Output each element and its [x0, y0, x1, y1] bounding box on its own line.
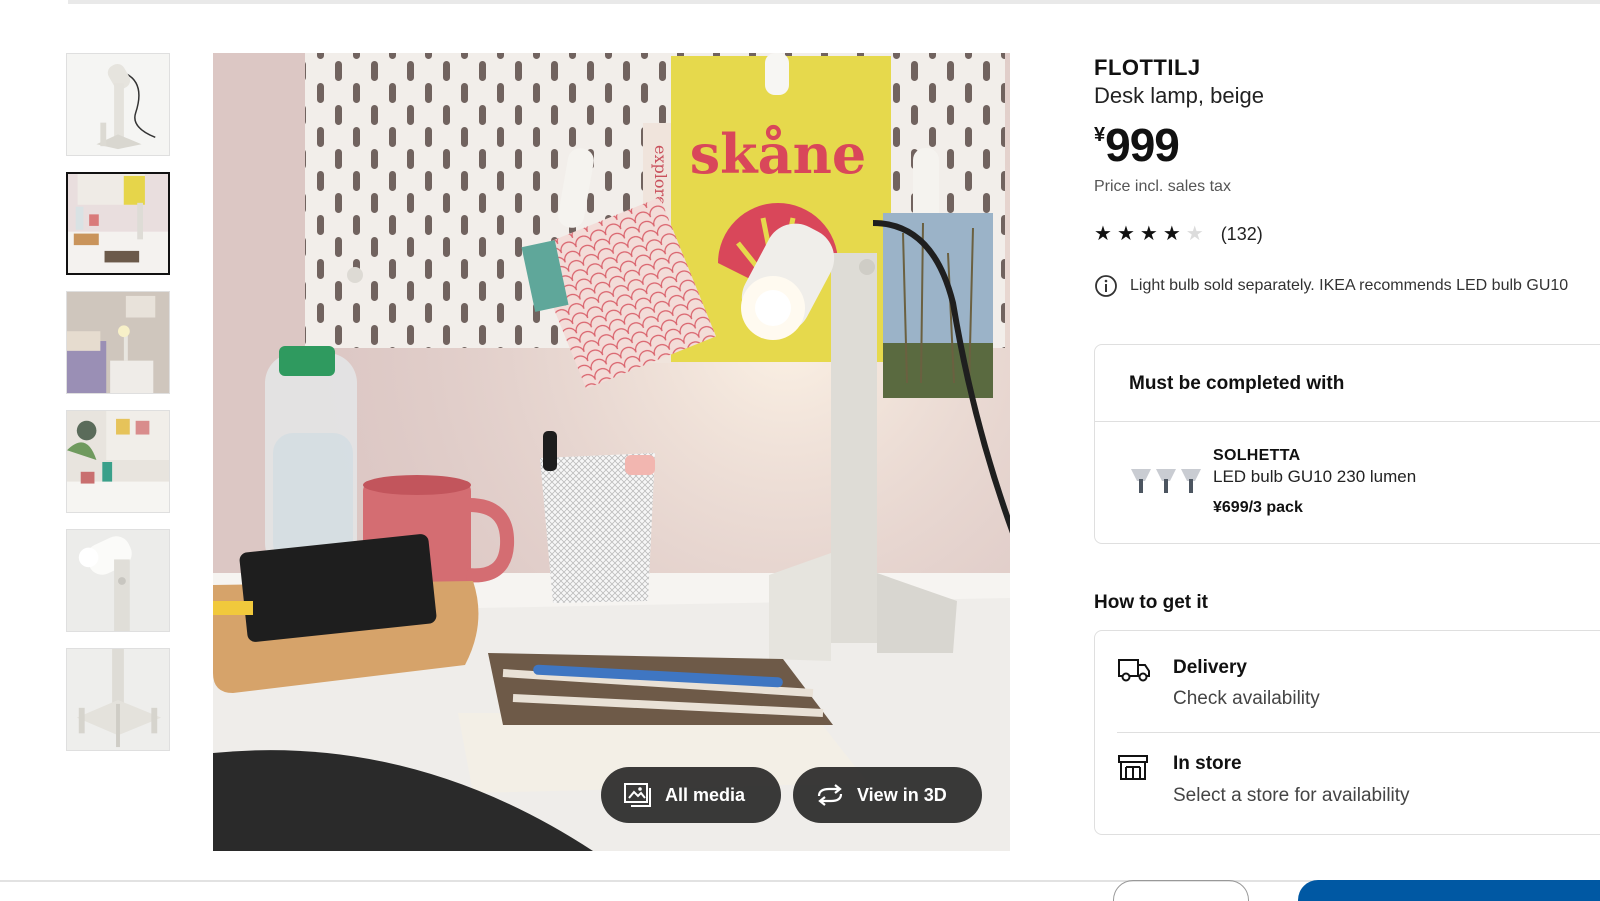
card-title-text: skåne: [690, 122, 866, 186]
card-divider: [1095, 421, 1600, 422]
review-count: (132): [1220, 223, 1263, 244]
star-icon: ★: [1116, 223, 1135, 245]
gallery-icon: [624, 783, 651, 807]
view-in-3d-label: View in 3D: [857, 784, 947, 805]
accessory-description: LED bulb GU10 230 lumen: [1213, 467, 1417, 486]
thumbnail-3[interactable]: [66, 291, 170, 394]
secondary-action-button[interactable]: [1113, 880, 1249, 901]
in-store-title: In store: [1173, 753, 1242, 774]
thumbnail-4[interactable]: [66, 410, 170, 513]
star-empty-icon: ★: [1185, 223, 1204, 245]
lamp-head-thumbnail-image: [67, 530, 169, 631]
thumbnail-2[interactable]: [66, 172, 170, 275]
price-currency: ¥: [1094, 124, 1105, 146]
star-icon: ★: [1139, 223, 1158, 245]
primary-action-button[interactable]: [1298, 880, 1600, 901]
delivery-title: Delivery: [1173, 657, 1247, 678]
star-icon: ★: [1094, 223, 1112, 245]
desk-lamp-scene: skåne ex explorer: [213, 53, 1010, 851]
led-bulb-image[interactable]: [1129, 467, 1205, 495]
product-price: ¥999: [1094, 118, 1180, 172]
bulb-info-note: Light bulb sold separately. IKEA recomme…: [1094, 274, 1600, 298]
bottom-action-bar: [0, 880, 1600, 901]
info-icon: [1095, 275, 1117, 297]
desk-scene-thumbnail-image: [68, 174, 168, 273]
rotate-3d-icon: [817, 784, 843, 806]
store-icon: [1118, 755, 1148, 780]
all-media-label: All media: [665, 784, 746, 805]
delivery-option[interactable]: Delivery Check availability: [1095, 631, 1600, 731]
all-media-button[interactable]: All media: [601, 767, 781, 823]
delivery-subtitle: Check availability: [1173, 688, 1320, 709]
must-complete-heading: Must be completed with: [1129, 373, 1345, 394]
accessory-price: ¥699/3 pack: [1213, 499, 1303, 516]
rating-summary[interactable]: ★ ★ ★ ★ ★ (132): [1094, 222, 1263, 246]
product-name[interactable]: FLOTTILJ: [1094, 55, 1201, 81]
in-store-option[interactable]: In store Select a store for availability: [1095, 733, 1600, 833]
workspace-thumbnail-image: [67, 411, 169, 512]
main-product-image[interactable]: skåne ex explorer: [213, 53, 1010, 851]
star-icon: ★: [1162, 223, 1181, 245]
must-complete-card: Must be completed with SOLHETTA LED bulb…: [1094, 344, 1600, 544]
in-store-subtitle: Select a store for availability: [1173, 785, 1410, 806]
lamp-front-thumbnail-image: [67, 54, 169, 155]
bulb-info-text: Light bulb sold separately. IKEA recomme…: [1130, 277, 1569, 294]
bulb-icon: [1131, 469, 1201, 493]
lamp-base-thumbnail-image: [67, 649, 169, 750]
availability-card: Delivery Check availability In store Sel…: [1094, 630, 1600, 835]
truck-icon: [1118, 659, 1150, 682]
thumbnail-1[interactable]: [66, 53, 170, 156]
accessory-name[interactable]: SOLHETTA: [1213, 447, 1300, 465]
bedroom-thumbnail-image: [67, 292, 169, 393]
tax-note: Price incl. sales tax: [1094, 178, 1231, 195]
view-in-3d-button[interactable]: View in 3D: [793, 767, 982, 823]
price-value: 999: [1105, 119, 1180, 171]
product-description: Desk lamp, beige: [1094, 83, 1264, 108]
how-to-get-heading: How to get it: [1094, 592, 1208, 613]
thumbnail-6[interactable]: [66, 648, 170, 751]
product-info-panel: FLOTTILJ Desk lamp, beige ¥999 Price inc…: [1094, 0, 1600, 901]
thumbnail-5[interactable]: [66, 529, 170, 632]
